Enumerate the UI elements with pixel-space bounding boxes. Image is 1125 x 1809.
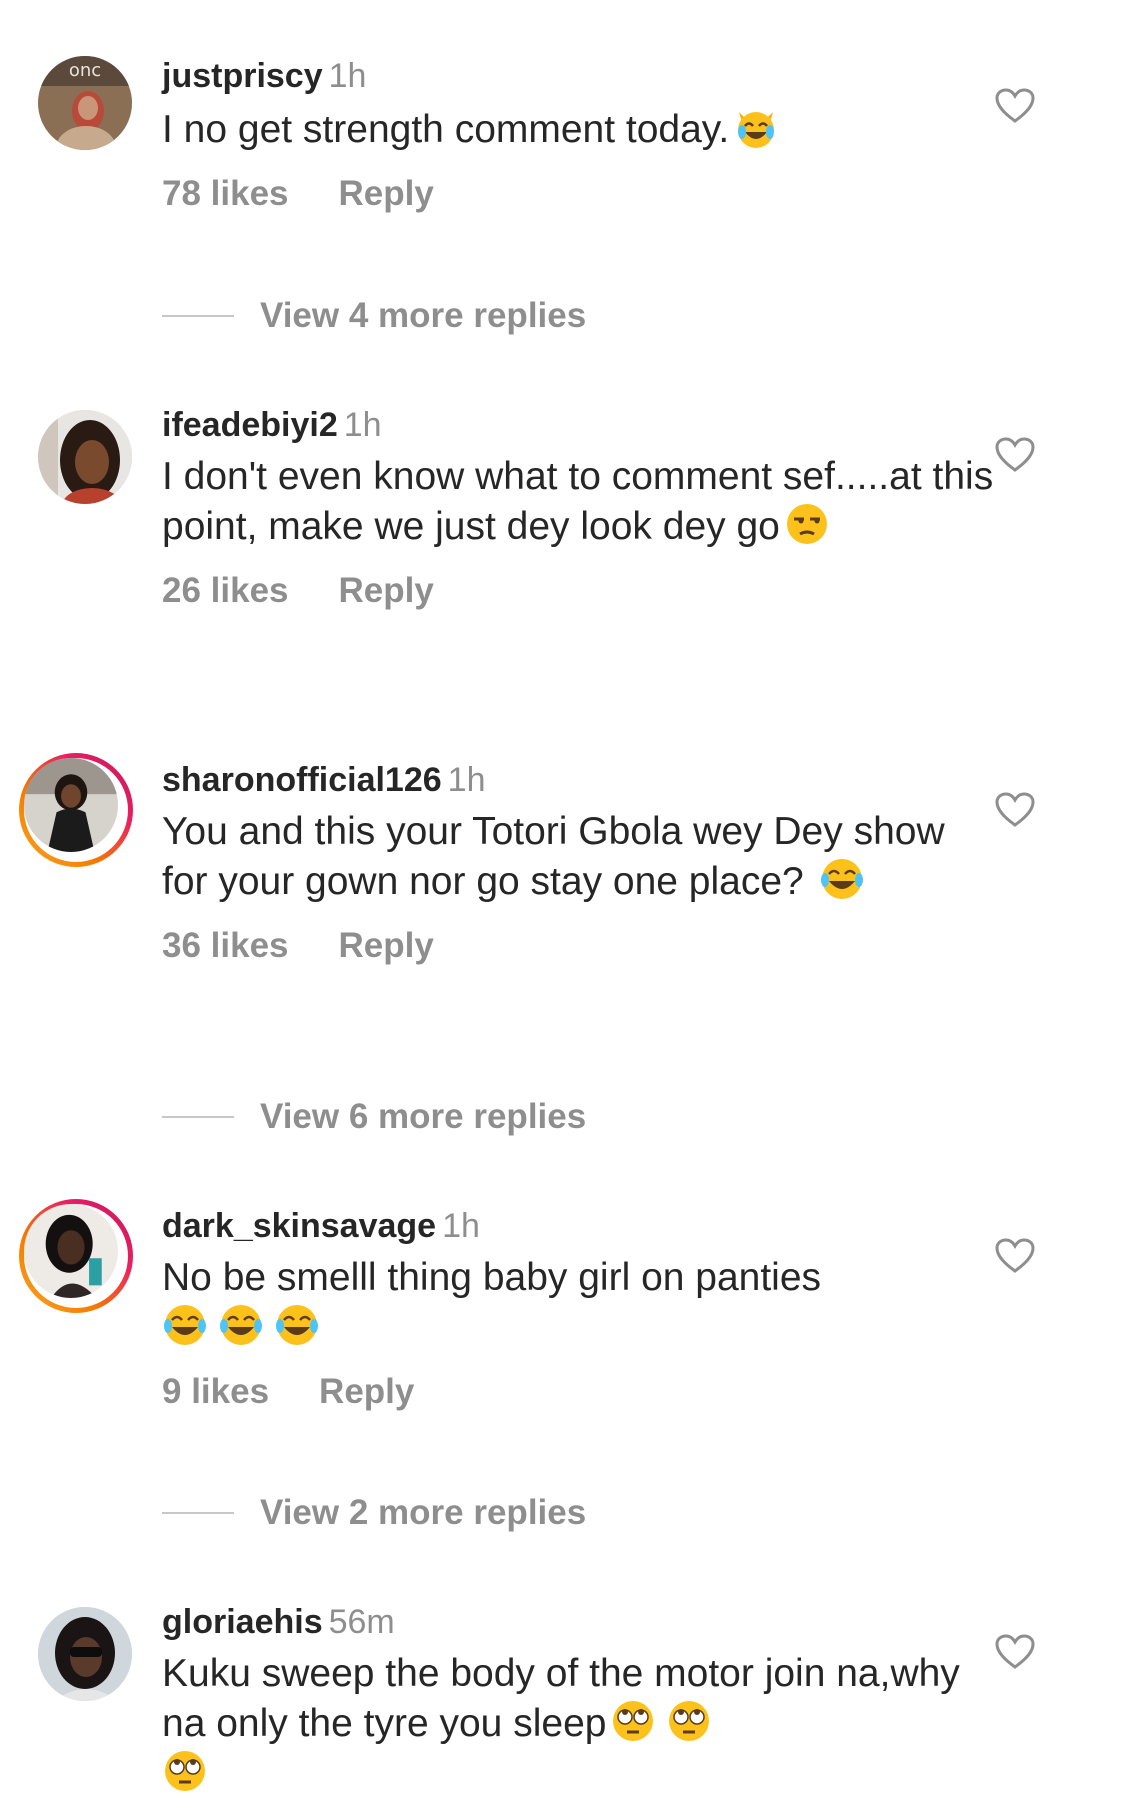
eye-roll-emoji-icon — [165, 1751, 205, 1791]
comment-text: I don't even know what to comment sef...… — [162, 453, 995, 551]
comment-actions: 78 likes Reply — [162, 172, 995, 216]
heart-outline-icon[interactable] — [995, 88, 1035, 124]
comment-time: 1h — [447, 761, 486, 799]
view-more-divider — [162, 315, 234, 317]
joy-cat-emoji-icon — [738, 112, 775, 148]
comment-text: No be smelll thing baby girl on panties — [162, 1254, 995, 1352]
joy-emoji-icon — [820, 859, 863, 899]
view-more-divider — [162, 1512, 234, 1514]
comment-text-content: Kuku sweep the body of the motor join na… — [162, 1652, 960, 1745]
reply-button[interactable]: Reply — [339, 571, 434, 610]
heart-outline-icon[interactable] — [995, 437, 1035, 473]
unamused-emoji-icon — [786, 504, 827, 544]
eye-roll-emoji-icon — [669, 1701, 710, 1741]
view-more-replies[interactable]: View 2 more replies — [162, 1493, 586, 1533]
comment-text-content: I don't even know what to comment sef...… — [162, 455, 994, 548]
comment-actions: 26 likes Reply — [162, 569, 995, 613]
comment-time: 1h — [343, 406, 382, 444]
comment-username[interactable]: sharonofficial126 — [162, 761, 442, 799]
comment-text: I no get strength comment today. — [162, 104, 995, 154]
heart-outline-icon[interactable] — [995, 1634, 1035, 1670]
heart-outline-icon[interactable] — [995, 1238, 1035, 1274]
avatar[interactable] — [38, 410, 132, 504]
heart-outline-icon[interactable] — [995, 792, 1035, 828]
avatar — [24, 758, 118, 852]
view-more-replies[interactable]: View 6 more replies — [162, 1097, 586, 1137]
comment-actions: 36 likes Reply — [162, 924, 995, 968]
eye-roll-emoji-icon — [613, 1701, 654, 1741]
view-more-label: View 4 more replies — [260, 296, 587, 335]
reply-button[interactable]: Reply — [319, 1372, 414, 1411]
view-more-divider — [162, 1116, 234, 1118]
joy-emoji-icon — [220, 1305, 262, 1345]
comment-actions: 9 likes Reply — [162, 1370, 995, 1414]
comment-username[interactable]: gloriaehis — [162, 1603, 323, 1641]
avatar[interactable]: onc — [38, 56, 132, 150]
svg-text:onc: onc — [69, 60, 101, 81]
comment-body: justpriscy 1h I no get strength comment t… — [162, 56, 995, 216]
comment-text: You and this your Totori Gbola wey Dey s… — [162, 808, 995, 906]
comment-username[interactable]: dark_skinsavage — [162, 1207, 436, 1245]
comment-body: gloriaehis 56m Kuku sweep the body of the… — [162, 1602, 995, 1798]
comment-body: dark_skinsavage 1h No be smelll thing bab… — [162, 1206, 995, 1414]
view-more-replies[interactable]: View 4 more replies — [162, 296, 586, 336]
comment-time: 1h — [442, 1207, 480, 1245]
comment-username[interactable]: ifeadebiyi2 — [162, 406, 338, 444]
avatar[interactable] — [38, 1607, 132, 1701]
comment-username[interactable]: justpriscy — [162, 57, 323, 95]
joy-emoji-icon — [164, 1305, 206, 1345]
view-more-label: View 6 more replies — [260, 1097, 587, 1136]
comment-text-content: No be smelll thing baby girl on panties — [162, 1256, 822, 1299]
comment-text-content: I no get strength comment today. — [162, 108, 730, 151]
avatar-story-ring[interactable] — [19, 753, 133, 867]
view-more-label: View 2 more replies — [260, 1493, 587, 1532]
joy-emoji-icon — [276, 1305, 318, 1345]
comment-time: 1h — [328, 57, 367, 95]
likes-count[interactable]: 36 likes — [162, 926, 289, 965]
comment-text: Kuku sweep the body of the motor join na… — [162, 1650, 995, 1798]
comment-body: ifeadebiyi2 1h I don't even know what to … — [162, 405, 995, 613]
likes-count[interactable]: 26 likes — [162, 571, 289, 610]
reply-button[interactable]: Reply — [339, 926, 434, 965]
comment-body: sharonofficial126 1h You and this your To… — [162, 760, 995, 968]
avatar-story-ring[interactable] — [19, 1199, 133, 1313]
comment-time: 56m — [328, 1603, 395, 1641]
reply-button[interactable]: Reply — [339, 174, 434, 213]
avatar — [24, 1204, 118, 1298]
likes-count[interactable]: 9 likes — [162, 1372, 269, 1411]
likes-count[interactable]: 78 likes — [162, 174, 289, 213]
